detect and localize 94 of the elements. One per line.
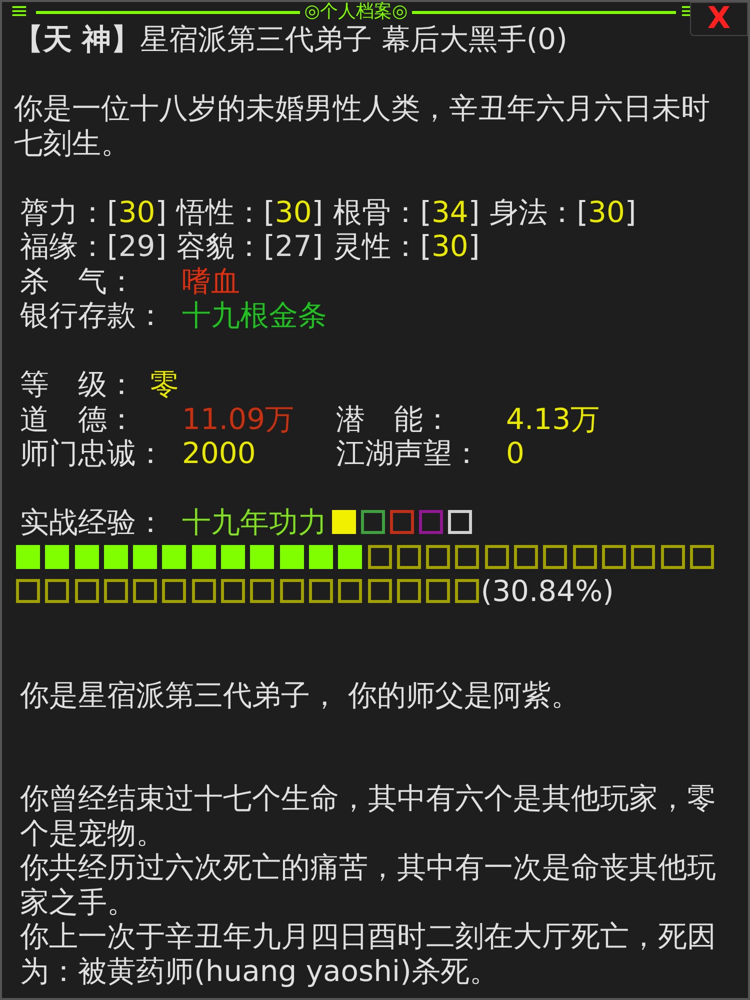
history-paragraph: 你共经历过六次死亡的痛苦，其中有一次是命丧其他玩家之手。: [19, 850, 717, 919]
attribute-label: 悟性：: [176, 194, 264, 229]
progress-square: [484, 544, 509, 569]
experience-percent: (30.84%): [480, 574, 614, 608]
bracket: [: [576, 194, 588, 229]
status-value: 十九根金条: [182, 298, 327, 332]
progress-square: [250, 579, 274, 604]
progress-square: [426, 579, 450, 604]
progress-square: [396, 579, 421, 604]
attribute-label: 膂力：: [20, 194, 107, 229]
attribute-value: 30: [118, 194, 156, 229]
stat-label: 江湖声望：: [336, 436, 482, 470]
progress-square: [16, 579, 40, 604]
attribute-label: 容貌：: [176, 229, 264, 264]
progress-square: [104, 544, 128, 569]
stat-value: 2000: [182, 436, 256, 470]
history-paragraph: 你是星宿派第三代弟子， 你的师父是阿紫。: [19, 678, 582, 712]
progress-square: [514, 544, 538, 569]
stat-value: 11.09万: [182, 402, 294, 436]
progress-square: [572, 544, 597, 569]
progress-square: [221, 579, 246, 604]
attribute-label: 福缘：: [20, 229, 107, 264]
stat-label: 道 德：: [20, 402, 137, 436]
progress-square: [104, 579, 128, 604]
bracket: ]: [468, 194, 480, 229]
bracket: ]: [155, 229, 167, 264]
progress-square: [396, 544, 421, 569]
progress-square: [308, 544, 333, 569]
bracket: ]: [312, 194, 324, 229]
attribute-label: 灵性：: [333, 229, 420, 264]
history-paragraph: 你上一次于辛丑年九月四日酉时二刻在大厅死亡，死因为：被黄药师(huang yaoshi)杀死。: [19, 919, 717, 988]
progress-square: [45, 579, 70, 604]
progress-square: [602, 544, 626, 569]
attribute-value: 27: [274, 229, 312, 264]
progress-square: [455, 544, 480, 569]
progress-square: [133, 544, 158, 569]
progress-square: [338, 579, 362, 604]
progress-square: [426, 544, 450, 569]
attribute-value: 34: [431, 194, 468, 229]
stat-label: 潜 能：: [336, 402, 453, 436]
experience-value: 十九年功力: [182, 505, 327, 540]
stat-value: 0: [506, 436, 524, 470]
progress-square: [162, 544, 186, 569]
status-label: 杀 气：: [20, 264, 137, 298]
progress-square: [74, 544, 99, 569]
progress-square: [45, 544, 70, 569]
attribute-value: 29: [118, 229, 156, 264]
level-label: 等 级：: [20, 367, 137, 402]
progress-square: [192, 544, 216, 569]
attribute-label: 根骨：: [333, 194, 420, 229]
close-button[interactable]: X: [690, 2, 748, 36]
level-value: 零: [150, 367, 179, 402]
progress-square: [690, 544, 714, 569]
status-label: 银行存款：: [20, 298, 166, 332]
rank-title: 【天 神】: [14, 22, 140, 56]
bracket: ]: [155, 194, 167, 229]
progress-square: [631, 544, 656, 569]
bracket: [: [107, 229, 118, 264]
progress-square: [162, 579, 186, 604]
progress-square: [308, 579, 333, 604]
bracket: ]: [468, 229, 480, 264]
progress-square: [16, 544, 40, 569]
attribute-label: 身法：: [490, 194, 577, 229]
progress-square: [368, 544, 392, 569]
experience-label: 实战经验：: [20, 505, 166, 540]
attribute-value: 30: [274, 194, 312, 229]
menu-icon[interactable]: ≡: [2, 5, 36, 19]
progress-square: [74, 579, 99, 604]
progress-square: [250, 544, 274, 569]
character-title: 星宿派第三代弟子 幕后大黑手(0): [140, 22, 568, 56]
attribute-value: 30: [431, 229, 468, 264]
bracket: ]: [312, 229, 324, 264]
progress-square: [338, 544, 362, 569]
progress-square: [455, 579, 480, 604]
bracket: [: [420, 194, 432, 229]
progress-square: [280, 579, 304, 604]
bracket: ]: [624, 194, 636, 229]
progress-square: [543, 544, 568, 569]
bracket: [: [107, 194, 118, 229]
intro-paragraph: 你是一位十八岁的未婚男性人类，辛丑年六月六日未时七刻生。: [14, 91, 711, 160]
progress-square: [368, 579, 392, 604]
progress-square: [133, 579, 158, 604]
progress-square: [660, 544, 685, 569]
status-value: 嗜血: [182, 264, 240, 298]
stat-value: 4.13万: [506, 402, 600, 436]
progress-square: [280, 544, 304, 569]
attribute-value: 30: [588, 194, 625, 229]
stat-label: 师门忠诚：: [20, 436, 166, 470]
bracket: [: [264, 194, 275, 229]
progress-square: [192, 579, 216, 604]
bracket: [: [264, 229, 275, 264]
progress-square: [221, 544, 246, 569]
bracket: [: [420, 229, 432, 264]
history-paragraph: 你曾经结束过十七个生命，其中有六个是其他玩家，零个是宠物。: [19, 781, 717, 850]
